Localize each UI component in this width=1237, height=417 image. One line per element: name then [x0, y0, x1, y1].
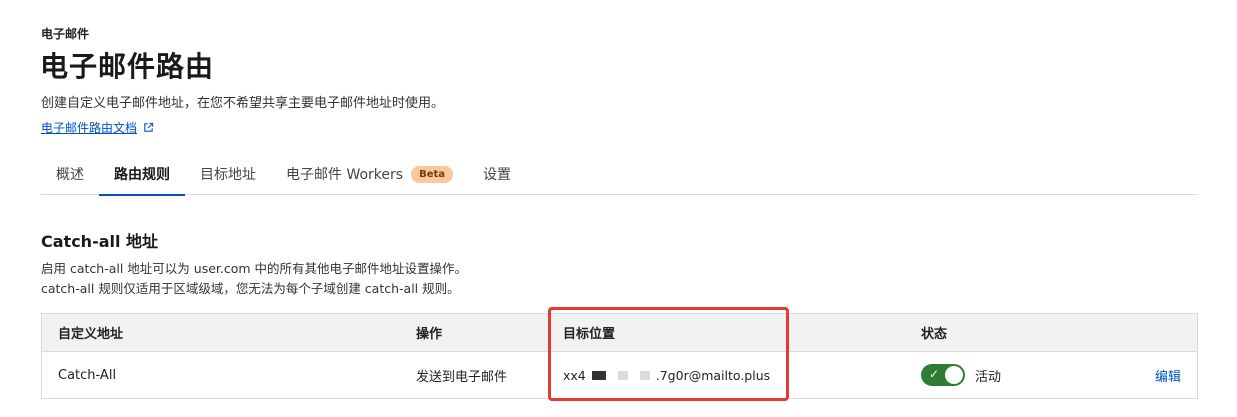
destination-prefix: xx4	[563, 367, 586, 383]
toggle-knob	[945, 366, 963, 384]
tab-settings-label: 设置	[483, 167, 512, 183]
cell-edit: 编辑	[1127, 366, 1197, 385]
catchall-title: Catch-all 地址	[41, 232, 159, 251]
destination-suffix: .7g0r@mailto.plus	[655, 367, 771, 383]
cell-custom-address: Catch-All	[58, 367, 117, 383]
table-row: Catch-All 发送到电子邮件 xx4 .7g0r@mailto.plus …	[42, 352, 1197, 398]
cell-destination: xx4 .7g0r@mailto.plus	[547, 368, 905, 383]
tab-email-workers-label: 电子邮件 Workers	[286, 167, 404, 183]
tab-destination-addresses[interactable]: 目标地址	[185, 153, 271, 195]
tab-email-workers[interactable]: 电子邮件 Workers Beta	[271, 153, 468, 195]
tab-settings[interactable]: 设置	[468, 153, 526, 195]
email-routing-page: 电子邮件 电子邮件路由 创建自定义电子邮件地址，在您不希望共享主要电子邮件地址时…	[0, 0, 1237, 417]
docs-link-label[interactable]: 电子邮件路由文档	[41, 119, 137, 136]
redaction-block	[591, 370, 606, 380]
table-header-row: 自定义地址 操作 目标位置 状态	[42, 314, 1197, 352]
tab-overview-label: 概述	[56, 167, 84, 183]
status-toggle-wrap: ✓ 活动	[921, 364, 1127, 386]
tab-bar: 概述 路由规则 目标地址 电子邮件 Workers Beta 设置	[41, 153, 1198, 196]
cell-action: 发送到电子邮件	[416, 369, 508, 385]
header-destination: 目标位置	[563, 327, 616, 342]
catchall-desc-line1: 启用 catch-all 地址可以为 user.com 中的所有其他电子邮件地址…	[41, 261, 468, 276]
cell-status: ✓ 活动	[905, 364, 1127, 386]
page-description: 创建自定义电子邮件地址，在您不希望共享主要电子邮件地址时使用。	[41, 96, 445, 111]
header-status: 状态	[921, 327, 948, 342]
catchall-table: 自定义地址 操作 目标位置 状态 Catch-All 发送到电子邮件 xx4 .…	[41, 313, 1198, 399]
status-toggle[interactable]: ✓	[921, 364, 965, 386]
beta-badge: Beta	[411, 165, 454, 183]
tab-routing-rules[interactable]: 路由规则	[99, 153, 185, 196]
header-action: 操作	[416, 327, 443, 342]
catchall-description: 启用 catch-all 地址可以为 user.com 中的所有其他电子邮件地址…	[41, 259, 467, 299]
header-custom-address: 自定义地址	[58, 327, 124, 342]
status-label: 活动	[975, 369, 1002, 385]
tab-routing-rules-label: 路由规则	[114, 167, 170, 183]
tab-overview[interactable]: 概述	[41, 153, 99, 195]
catchall-desc-line2: catch-all 规则仅适用于区域级域，您无法为每个子域创建 catch-al…	[41, 281, 460, 296]
redaction-block-light	[639, 370, 650, 380]
redaction-block-light	[617, 370, 628, 380]
edit-link[interactable]: 编辑	[1155, 370, 1181, 385]
tab-destination-addresses-label: 目标地址	[200, 167, 256, 183]
external-link-icon	[144, 122, 154, 132]
docs-link[interactable]: 电子邮件路由文档	[41, 119, 154, 136]
breadcrumb[interactable]: 电子邮件	[41, 25, 89, 42]
page-title: 电子邮件路由	[40, 50, 215, 83]
check-icon: ✓	[929, 367, 940, 381]
